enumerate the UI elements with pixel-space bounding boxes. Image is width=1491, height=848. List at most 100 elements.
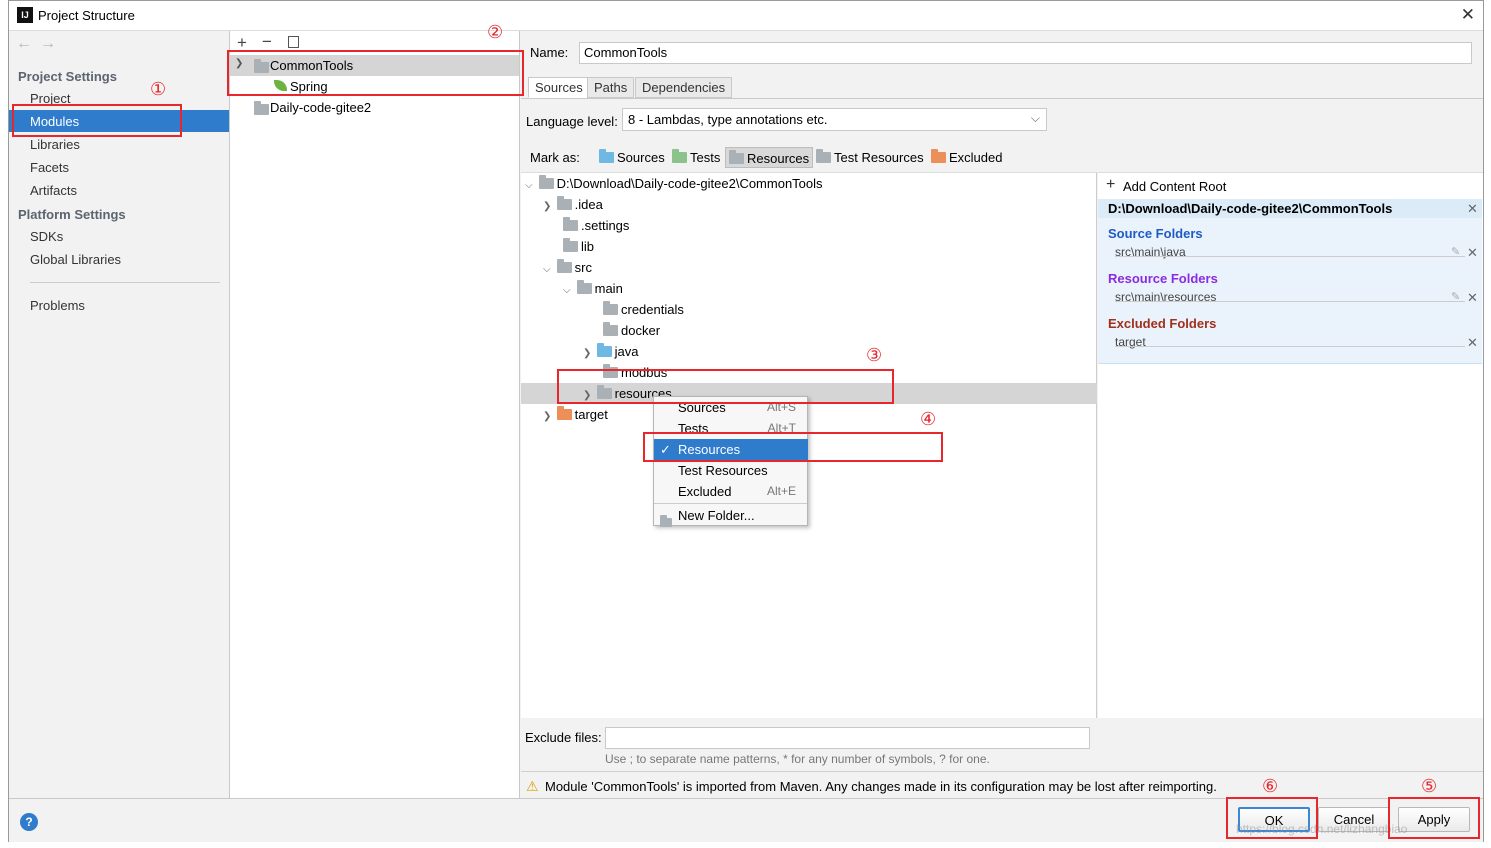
platform-settings-heading: Platform Settings — [18, 207, 126, 222]
remove-excluded-folder-icon[interactable]: ✕ — [1467, 335, 1478, 351]
remove-source-folder-icon[interactable]: ✕ — [1467, 245, 1478, 261]
sidebar-item-global-libraries[interactable]: Global Libraries — [30, 252, 121, 267]
menu-item-new-folder[interactable]: New Folder... — [654, 505, 808, 527]
sidebar-item-libraries[interactable]: Libraries — [30, 137, 80, 152]
close-icon[interactable]: ✕ — [1461, 5, 1475, 25]
exclude-files-label: Exclude files: — [525, 730, 602, 745]
resource-folder-underline — [1115, 301, 1465, 302]
annotation-box-module — [227, 50, 524, 96]
language-level-label: Language level: — [526, 114, 618, 129]
mark-as-sources[interactable]: Sources — [597, 147, 667, 168]
tree-node-src[interactable]: ⌵ src — [521, 257, 592, 278]
folder-icon — [563, 238, 578, 252]
content-root-path: D:\Download\Daily-code-gitee2\CommonTool… — [1108, 201, 1393, 216]
annotation-2: ② — [487, 22, 504, 43]
tab-dependencies[interactable]: Dependencies — [635, 77, 733, 98]
annotation-6: ⑥ — [1262, 776, 1279, 797]
name-field[interactable]: CommonTools — [579, 42, 1472, 64]
folder-icon — [556, 259, 572, 273]
mark-as-excluded[interactable]: Excluded — [929, 147, 1004, 168]
copy-icon[interactable] — [288, 36, 299, 48]
excluded-folder-icon — [931, 149, 946, 163]
add-content-root-label[interactable]: Add Content Root — [1123, 179, 1226, 194]
back-arrow-icon[interactable]: ← — [16, 35, 32, 53]
project-settings-heading: Project Settings — [18, 69, 117, 84]
annotation-5: ⑤ — [1421, 776, 1438, 797]
sidebar-item-sdks[interactable]: SDKs — [30, 229, 63, 244]
excluded-folders-heading: Excluded Folders — [1108, 316, 1217, 331]
resources-folder-icon — [729, 150, 744, 164]
tab-sources[interactable]: Sources — [528, 77, 590, 98]
edit-source-folder-icon[interactable]: ✎ — [1451, 245, 1460, 258]
folder-icon — [556, 196, 572, 210]
annotation-3: ③ — [866, 345, 883, 366]
tab-paths[interactable]: Paths — [587, 77, 635, 98]
annotation-4: ④ — [920, 409, 937, 430]
folder-icon — [603, 322, 618, 336]
remove-icon[interactable]: − — [262, 32, 272, 52]
menu-item-test-resources[interactable]: Test Resources — [654, 460, 808, 481]
annotation-box-modules — [12, 104, 182, 137]
name-field-value: CommonTools — [584, 45, 668, 60]
annotation-1: ① — [150, 79, 167, 100]
name-label: Name: — [530, 45, 569, 60]
sources-folder-icon — [599, 149, 614, 163]
window-title: Project Structure — [38, 8, 135, 23]
sidebar-item-facets[interactable]: Facets — [30, 160, 69, 175]
tree-node-docker[interactable]: docker — [521, 320, 660, 341]
menu-separator — [654, 503, 807, 504]
source-folders-heading: Source Folders — [1108, 226, 1203, 241]
chevron-down-icon: ⌵ — [543, 264, 551, 275]
resource-folders-heading: Resource Folders — [1108, 271, 1218, 286]
excluded-folder-icon — [556, 406, 572, 420]
tests-folder-icon — [672, 149, 687, 163]
sidebar-item-artifacts[interactable]: Artifacts — [30, 183, 77, 198]
chevron-right-icon: ❯ — [543, 411, 552, 422]
app-logo-icon: IJ — [17, 7, 33, 23]
forward-arrow-icon[interactable]: → — [40, 35, 56, 53]
menu-item-excluded[interactable]: Excluded Alt+E — [654, 481, 808, 502]
sidebar-divider — [30, 282, 220, 283]
source-folder-icon — [596, 343, 612, 357]
tree-node-idea[interactable]: ❯ .idea — [521, 194, 603, 215]
mark-as-test-resources[interactable]: Test Resources — [814, 147, 926, 168]
mark-as-resources[interactable]: Resources — [725, 147, 814, 168]
folder-icon — [603, 301, 618, 315]
folder-icon — [563, 217, 578, 231]
annotation-box-resources-menu — [643, 432, 943, 462]
remove-content-root-icon[interactable]: ✕ — [1467, 201, 1478, 217]
language-level-select[interactable]: 8 - Lambdas, type annotations etc. ⌵ — [622, 108, 1047, 131]
edit-resource-folder-icon[interactable]: ✎ — [1451, 290, 1460, 303]
tree-root[interactable]: ⌵ D:\Download\Daily-code-gitee2\CommonTo… — [521, 173, 1097, 194]
annotation-box-apply — [1388, 797, 1480, 839]
warning-text: Module 'CommonTools' is imported from Ma… — [545, 779, 1217, 794]
language-level-value: 8 - Lambdas, type annotations etc. — [628, 112, 828, 127]
add-content-root-icon[interactable]: + — [1106, 176, 1115, 194]
tree-node-settings[interactable]: .settings — [521, 215, 629, 236]
sidebar-item-problems[interactable]: Problems — [30, 298, 85, 313]
folder-icon — [538, 175, 554, 189]
remove-resource-folder-icon[interactable]: ✕ — [1467, 290, 1478, 306]
excluded-folder-underline — [1115, 346, 1465, 347]
tree-node-lib[interactable]: lib — [521, 236, 594, 257]
tree-node-java[interactable]: ❯ java — [521, 341, 638, 362]
chevron-right-icon: ❯ — [583, 348, 592, 359]
annotation-box-ok — [1226, 797, 1318, 839]
exclude-files-input[interactable] — [605, 727, 1090, 749]
warning-icon: ⚠ — [526, 778, 539, 794]
tree-node-target[interactable]: ❯ target — [521, 404, 608, 425]
chevron-down-icon: ⌵ — [563, 285, 571, 296]
tab-divider — [521, 98, 1483, 99]
help-icon[interactable]: ? — [20, 813, 38, 831]
mark-as-label: Mark as: — [530, 150, 580, 165]
title-bar: IJ Project Structure ✕ — [9, 1, 1483, 31]
chevron-down-icon: ⌵ — [1030, 111, 1040, 125]
chevron-down-icon: ⌵ — [525, 180, 533, 191]
tree-node-credentials[interactable]: credentials — [521, 299, 684, 320]
module-row-daily-code[interactable]: Daily-code-gitee2 — [230, 97, 519, 118]
exclude-files-hint: Use ; to separate name patterns, * for a… — [605, 752, 990, 766]
annotation-box-resources-folder — [557, 369, 894, 404]
tree-node-main[interactable]: ⌵ main — [521, 278, 623, 299]
new-folder-icon — [660, 511, 675, 532]
mark-as-tests[interactable]: Tests — [670, 147, 722, 168]
